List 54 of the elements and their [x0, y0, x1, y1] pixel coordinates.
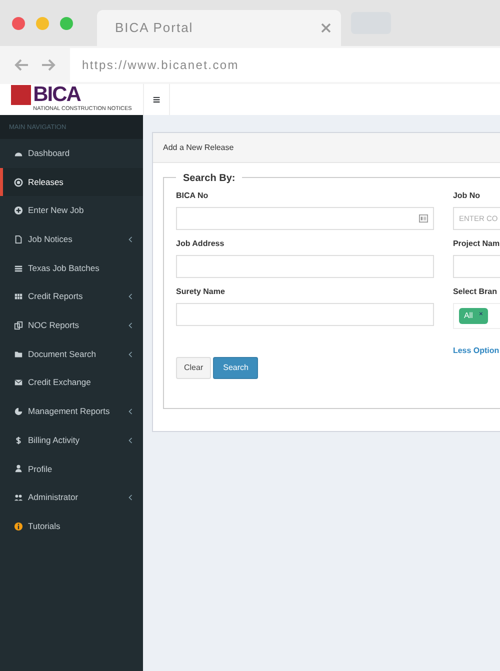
field-label: Job No	[452, 190, 482, 202]
clear-button[interactable]: Clear	[176, 357, 212, 379]
id-card-icon	[418, 214, 428, 223]
info-icon	[14, 522, 23, 531]
field-label: Select Bran	[452, 286, 498, 298]
field-label: Surety Name	[176, 286, 226, 298]
document-icon	[14, 234, 23, 244]
sidebar-item[interactable]: NOC Reports	[0, 311, 143, 340]
grid-icon	[14, 292, 23, 302]
envelope-icon	[14, 378, 23, 388]
less-options-link[interactable]: Less Option	[452, 345, 500, 357]
back-arrow-icon[interactable]	[14, 58, 30, 72]
user-icon	[14, 464, 23, 474]
field-label: Job Address	[176, 238, 226, 250]
sidebar-item[interactable]: Document Search	[0, 340, 143, 368]
dollar-icon	[14, 436, 23, 445]
close-icon	[321, 23, 331, 33]
sidebar-item[interactable]: Administrator	[0, 483, 143, 512]
panel-title: Add a New Release	[153, 133, 500, 163]
address-bar[interactable]: https://www.bicanet.com	[70, 48, 500, 82]
sidebar-item[interactable]: Texas Job Batches	[0, 254, 143, 282]
target-icon	[14, 178, 23, 187]
pie-chart-icon	[14, 407, 23, 416]
list-icon	[14, 264, 23, 273]
input-field[interactable]	[176, 207, 434, 230]
search-button[interactable]: Search	[213, 357, 258, 379]
sidebar-item[interactable]: Job Notices	[0, 225, 143, 254]
minimize-window-button[interactable]	[36, 16, 49, 30]
input-field[interactable]	[452, 255, 500, 278]
users-icon	[14, 493, 23, 502]
close-window-button[interactable]	[12, 16, 25, 30]
input-field[interactable]	[176, 255, 434, 278]
plus-circle-icon	[14, 206, 23, 216]
maximize-window-button[interactable]	[60, 16, 73, 30]
folder-icon	[14, 350, 23, 359]
sidebar-item[interactable]: Tutorials	[0, 512, 143, 541]
field-label: Project Nam	[452, 238, 500, 250]
sidebar-item[interactable]: Credit Exchange	[0, 368, 143, 398]
logo-square	[11, 85, 32, 106]
sidebar-item[interactable]: Credit Reports	[0, 282, 143, 312]
menu-toggle-button[interactable]: ≡	[143, 84, 170, 115]
logo-text: BICA	[33, 85, 80, 106]
sidebar-item[interactable]: Dashboard	[0, 139, 143, 168]
fieldset-legend: Search By:	[176, 171, 242, 186]
sidebar-item[interactable]: Billing Activity	[0, 426, 143, 455]
copy-icon	[14, 320, 23, 330]
forward-arrow-icon[interactable]	[40, 58, 56, 72]
sidebar-item[interactable]: Management Reports	[0, 397, 143, 426]
field-label: BICA No	[176, 190, 210, 202]
input-field[interactable]	[176, 303, 434, 326]
tab-title: BICA Portal	[115, 19, 194, 38]
sidebar-item[interactable]: Profile	[0, 454, 143, 484]
sidebar-item[interactable]: Enter New Job	[0, 196, 143, 226]
sidebar-item[interactable]: Releases	[0, 168, 143, 196]
